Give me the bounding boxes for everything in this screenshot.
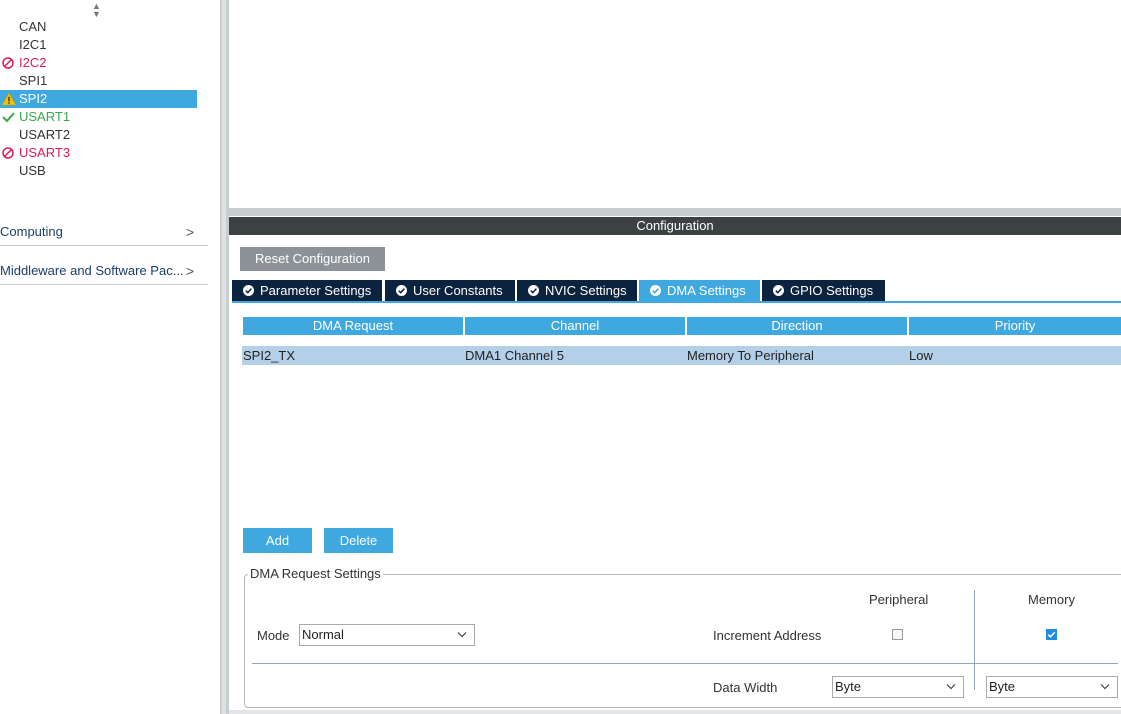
chevron-down-icon [1100, 684, 1110, 690]
configuration-header: Configuration [229, 217, 1121, 235]
check-circle-icon [773, 285, 784, 296]
checkmark-icon [1047, 631, 1056, 638]
sidebar-item-label: I2C2 [19, 55, 47, 70]
delete-button[interactable]: Delete [324, 528, 393, 553]
warning-icon [1, 92, 17, 106]
check-circle-icon [528, 285, 539, 296]
peripheral-width-value: Byte [835, 679, 862, 694]
cell-direction: Memory To Peripheral [687, 348, 814, 363]
tab-user-constants[interactable]: User Constants [385, 280, 515, 301]
tab-label: Parameter Settings [260, 283, 372, 298]
category-label: Computing [0, 224, 63, 239]
sidebar-item-usb[interactable]: USB [0, 162, 197, 180]
bottom-border [229, 710, 1121, 714]
memory-data-width-select[interactable]: Byte [986, 676, 1118, 698]
sidebar-item-spi2[interactable]: SPI2 [0, 90, 197, 108]
tab-label: User Constants [413, 283, 503, 298]
sidebar-item-usart1[interactable]: USART1 [0, 108, 197, 126]
row-divider [252, 663, 1118, 664]
prohibited-icon [2, 147, 14, 159]
sidebar-item-label: USART3 [19, 145, 71, 160]
sidebar-item-label: I2C1 [19, 37, 47, 52]
memory-increment-checkbox[interactable] [1046, 629, 1057, 640]
cell-priority: Low [909, 348, 933, 363]
group-title: DMA Request Settings [248, 566, 383, 582]
column-header-channel[interactable]: Channel [465, 317, 685, 335]
increment-address-label: Increment Address [713, 628, 822, 643]
mode-label: Mode [257, 628, 290, 643]
sidebar-item-spi1[interactable]: SPI1 [0, 72, 197, 90]
tab-gpio-settings[interactable]: GPIO Settings [762, 280, 885, 301]
checkmark-icon [2, 112, 15, 123]
sidebar-item-usart2[interactable]: USART2 [0, 126, 197, 144]
tab-dma-settings[interactable]: DMA Settings [639, 280, 760, 301]
tab-nvic-settings[interactable]: NVIC Settings [517, 280, 637, 301]
prohibited-icon [2, 57, 14, 69]
reset-configuration-button[interactable]: Reset Configuration [240, 247, 385, 271]
chevron-right-icon: > [185, 224, 194, 240]
memory-column-label: Memory [1028, 592, 1075, 607]
chevron-down-icon [457, 632, 467, 638]
memory-width-value: Byte [989, 679, 1016, 694]
chevron-right-icon: > [185, 263, 194, 279]
mode-select[interactable]: Normal [299, 624, 475, 646]
panel-splitter[interactable] [229, 208, 1121, 216]
check-circle-icon [650, 285, 661, 296]
sidebar-item-i2c1[interactable]: I2C1 [0, 36, 197, 54]
cell-dma-request: SPI2_TX [243, 348, 296, 363]
mode-panel [229, 0, 1121, 208]
peripheral-column-label: Peripheral [869, 592, 929, 607]
tab-underline [232, 301, 1121, 303]
cell-channel: DMA1 Channel 5 [465, 348, 564, 363]
sidebar-item-label: USART2 [19, 127, 71, 142]
sort-arrows-icon[interactable]: ▲ ▼ [92, 2, 101, 19]
sidebar-item-i2c2[interactable]: I2C2 [0, 54, 197, 72]
sidebar-item-label: CAN [19, 19, 47, 34]
data-width-label: Data Width [713, 680, 778, 695]
column-divider [974, 590, 975, 690]
sidebar-item-label: SPI2 [19, 91, 48, 106]
mode-select-value: Normal [302, 627, 344, 642]
sidebar-item-label: USB [19, 163, 46, 178]
category-computing[interactable]: Computing > [0, 219, 208, 246]
peripheral-sidebar: ▲ ▼ CAN I2C1 I2C2 SPI1 SPI2 USART1 USART2 [0, 0, 220, 714]
sidebar-item-label: SPI1 [19, 73, 48, 88]
add-button[interactable]: Add [243, 528, 312, 553]
sidebar-splitter[interactable] [220, 0, 229, 714]
table-row[interactable] [242, 346, 1121, 365]
chevron-down-icon [946, 684, 956, 690]
sidebar-item-usart3[interactable]: USART3 [0, 144, 197, 162]
peripheral-increment-checkbox[interactable] [892, 629, 903, 640]
tab-label: DMA Settings [667, 283, 746, 298]
tab-label: GPIO Settings [790, 283, 874, 298]
check-circle-icon [243, 285, 254, 296]
category-label: Middleware and Software Pac... [0, 263, 184, 278]
check-circle-icon [396, 285, 407, 296]
column-header-priority[interactable]: Priority [909, 317, 1121, 335]
tab-label: NVIC Settings [545, 283, 627, 298]
sidebar-item-can[interactable]: CAN [0, 18, 197, 36]
peripheral-data-width-select[interactable]: Byte [832, 676, 964, 698]
column-header-direction[interactable]: Direction [687, 317, 907, 335]
category-middleware[interactable]: Middleware and Software Pac... > [0, 258, 208, 285]
tab-parameter-settings[interactable]: Parameter Settings [232, 280, 382, 301]
column-header-dma-request[interactable]: DMA Request [243, 317, 463, 335]
sidebar-item-label: USART1 [19, 109, 71, 124]
